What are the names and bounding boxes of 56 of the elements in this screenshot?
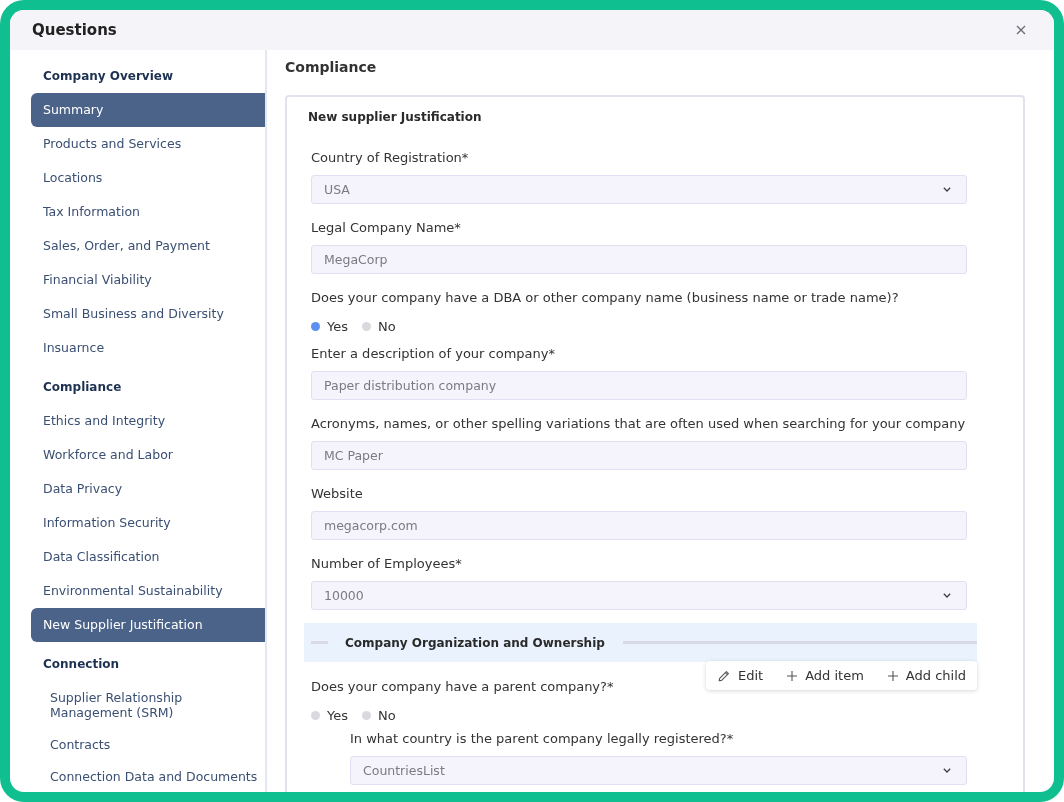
field-label: Enter a description of your company* bbox=[311, 345, 555, 363]
sidebar-item[interactable]: Information Security bbox=[31, 506, 265, 540]
sidebar-heading: Compliance bbox=[42, 379, 123, 396]
card-title: New supplier Justification bbox=[308, 109, 482, 126]
dropdown-field[interactable]: CountriesList bbox=[350, 756, 967, 785]
field-label: Number of Employees* bbox=[311, 555, 462, 573]
text-field[interactable]: MC Paper bbox=[311, 441, 967, 470]
sidebar-item[interactable]: Data Privacy bbox=[31, 472, 265, 506]
sidebar-item[interactable]: Sales, Order, and Payment bbox=[31, 229, 265, 263]
radio-option[interactable]: No bbox=[362, 707, 396, 723]
plus-icon bbox=[887, 670, 898, 681]
sidebar-item[interactable]: Connection Data and Documents bbox=[31, 760, 265, 792]
sidebar-item[interactable]: Financial Viability bbox=[31, 263, 265, 297]
chevron-down-icon bbox=[943, 768, 951, 773]
radio-option[interactable]: No bbox=[362, 318, 396, 334]
section-title: Company Organization and Ownership bbox=[345, 635, 605, 650]
sidebar-item[interactable]: Small Business and Diversity bbox=[31, 297, 265, 331]
sidebar-item[interactable]: Summary bbox=[31, 93, 265, 127]
chevron-down-icon bbox=[943, 593, 951, 598]
close-icon bbox=[1016, 25, 1026, 35]
sidebar-item[interactable]: Contracts bbox=[31, 728, 265, 760]
edit-button[interactable]: Edit bbox=[715, 666, 766, 685]
radio-option[interactable]: Yes bbox=[311, 318, 348, 334]
sidebar-item[interactable]: Workforce and Labor bbox=[31, 438, 265, 472]
chevron-down-icon bbox=[943, 187, 951, 192]
pencil-icon bbox=[717, 669, 730, 682]
dialog-title: Questions bbox=[32, 21, 117, 39]
sidebar-heading: Company Overview bbox=[42, 68, 175, 85]
sidebar-item[interactable]: Locations bbox=[31, 161, 265, 195]
add-button[interactable]: Add item bbox=[785, 666, 866, 685]
sidebar-item[interactable]: Environmental Sustainability bbox=[31, 574, 265, 608]
sidebar-heading: Connection bbox=[42, 656, 121, 673]
text-field[interactable]: MegaCorp bbox=[311, 245, 967, 274]
sidebar-item[interactable]: Tax Information bbox=[31, 195, 265, 229]
dropdown-field[interactable]: 10000 bbox=[311, 581, 967, 610]
radio-option[interactable]: Yes bbox=[311, 707, 348, 723]
field-label: Website bbox=[311, 485, 363, 503]
add-button[interactable]: Add child bbox=[885, 666, 968, 685]
sidebar-item[interactable]: Data Classification bbox=[31, 540, 265, 574]
sidebar-item[interactable]: New Supplier Justification bbox=[31, 608, 265, 642]
question-label: Does your company have a DBA or other company name (business name or trade name)? bbox=[311, 289, 899, 307]
sidebar-item[interactable]: Supplier Relationship Management (SRM) bbox=[31, 681, 265, 728]
field-label: Legal Company Name* bbox=[311, 219, 461, 237]
sidebar-item[interactable]: Insuarnce bbox=[31, 331, 265, 365]
question-label: Does your company have a parent company?* bbox=[311, 678, 614, 696]
text-field[interactable]: Paper distribution company bbox=[311, 371, 967, 400]
field-label: Country of Registration* bbox=[311, 149, 469, 167]
sidebar-item[interactable]: Products and Services bbox=[31, 127, 265, 161]
sidebar-item[interactable]: Ethics and Integrity bbox=[31, 404, 265, 438]
text-field[interactable]: megacorp.com bbox=[311, 511, 967, 540]
page-heading: Compliance bbox=[285, 58, 377, 76]
plus-icon bbox=[787, 670, 798, 681]
dropdown-field[interactable]: USA bbox=[311, 175, 967, 204]
field-label: In what country is the parent company legally registered?* bbox=[350, 730, 734, 748]
field-label: Acronyms, names, or other spelling variations that are often used when searching for your company bbox=[311, 415, 966, 433]
close-button[interactable] bbox=[1014, 23, 1028, 37]
